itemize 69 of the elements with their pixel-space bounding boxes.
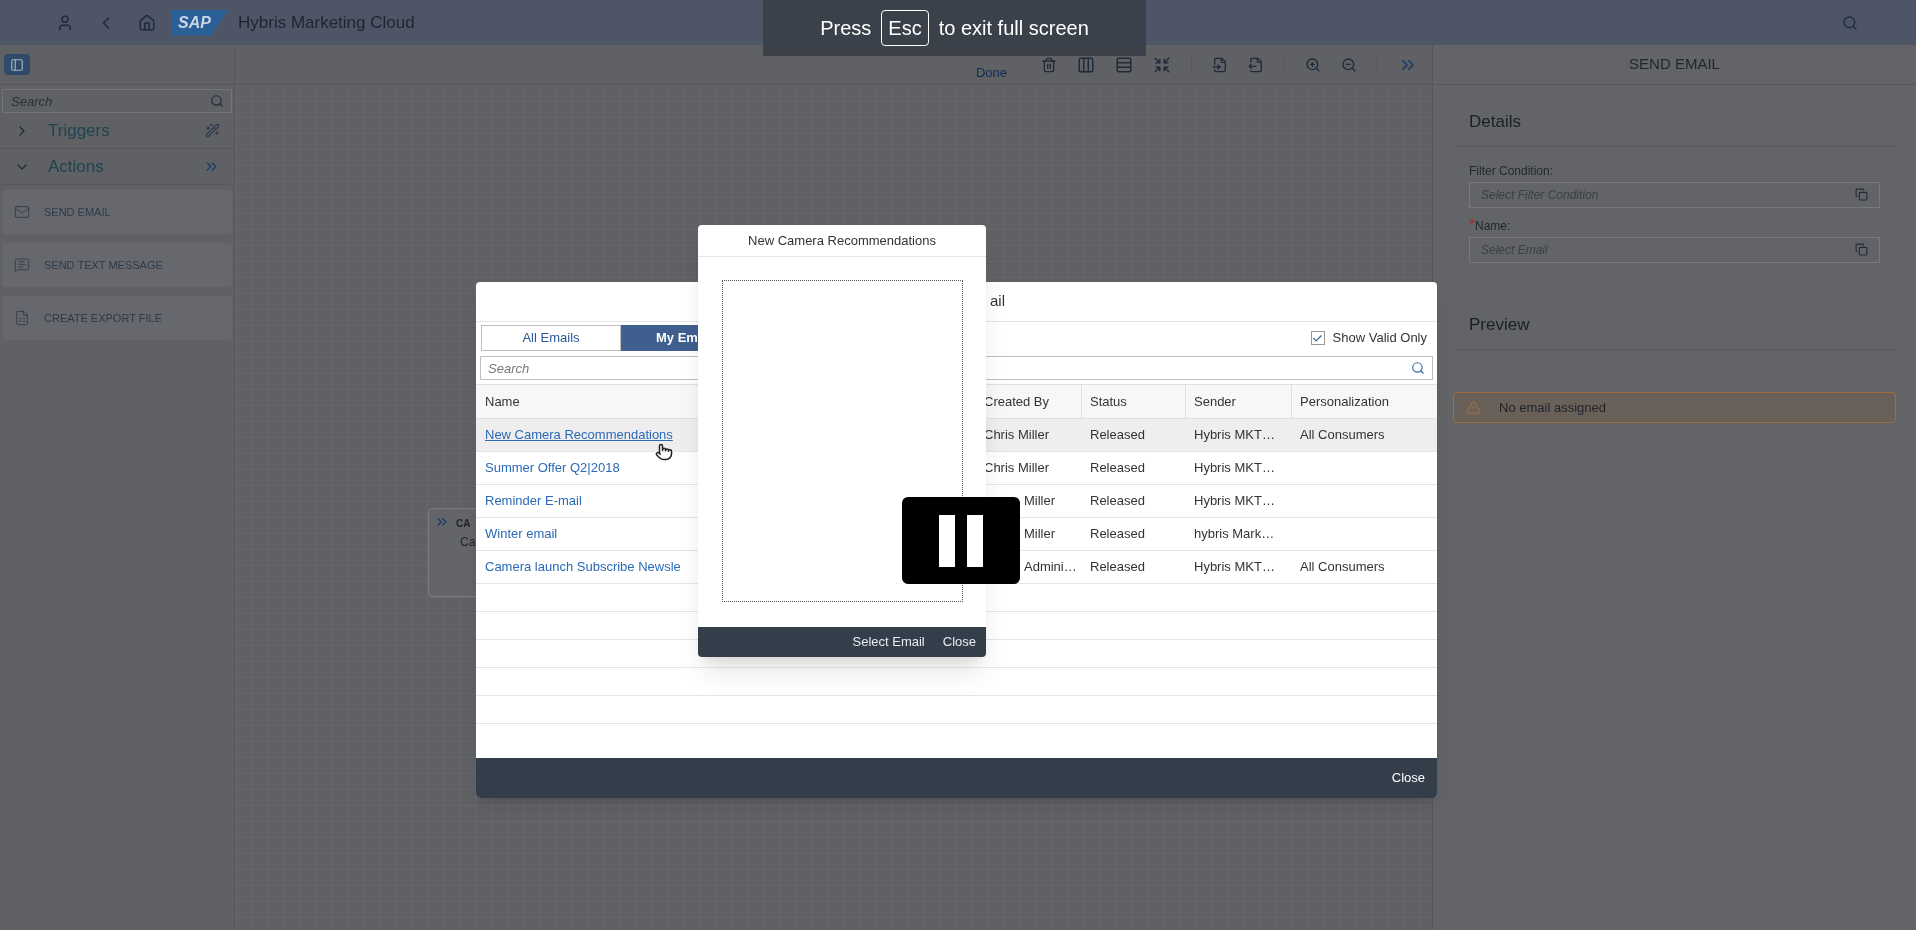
- email-link[interactable]: Summer Offer Q2|2018: [485, 458, 620, 478]
- segment-tab[interactable]: All Emails: [481, 325, 621, 351]
- table-cell-text: hybris Mark…: [1194, 525, 1275, 544]
- table-cell-text: Admini…: [1023, 558, 1077, 577]
- required-icon: [1469, 218, 1475, 224]
- popover-button[interactable]: Select Email: [852, 632, 925, 652]
- rows-icon[interactable]: [1115, 55, 1133, 74]
- table-cell-text: Miller: [1023, 492, 1056, 511]
- table-cell-text: Released: [1090, 459, 1145, 478]
- trash-icon[interactable]: [1041, 56, 1057, 73]
- email-link[interactable]: Winter email: [485, 524, 558, 544]
- node-title: CA: [456, 517, 471, 531]
- email-link[interactable]: Camera launch Subscribe Newsle: [485, 557, 681, 577]
- table-cell-text: Hybris MKT…: [1194, 558, 1275, 577]
- envelope-icon: [14, 204, 30, 220]
- table-cell-text: Hybris MKT…: [1194, 426, 1275, 445]
- magic-wand-icon: [205, 123, 220, 138]
- close-button[interactable]: Close: [1391, 768, 1425, 788]
- panel-title: SEND EMAIL: [1629, 54, 1720, 75]
- popover-button[interactable]: Close: [942, 632, 976, 652]
- search-icon[interactable]: [210, 94, 224, 108]
- column-header[interactable]: Name: [476, 385, 698, 418]
- table-cell-text: All Consumers: [1300, 426, 1385, 445]
- search-icon[interactable]: [1842, 14, 1858, 31]
- key-cap: Esc: [881, 10, 929, 46]
- warning-message: No email assigned: [1453, 392, 1896, 423]
- export-icon[interactable]: [1248, 56, 1264, 73]
- node-subtitle: Ca: [460, 534, 476, 551]
- table-cell-text: Hybris MKT…: [1194, 492, 1275, 511]
- toast-text: to exit full screen: [938, 16, 1089, 41]
- import-icon[interactable]: [1212, 56, 1228, 73]
- field-label: Name:: [1475, 218, 1511, 235]
- columns-icon[interactable]: [1077, 55, 1095, 74]
- sidebar-panel-icon: [10, 57, 24, 72]
- checkbox-label: Show Valid Only: [1332, 329, 1427, 348]
- table-cell-text: All Consumers: [1300, 558, 1385, 577]
- value-help-icon[interactable]: [1855, 243, 1868, 256]
- popover-title: New Camera Recommendations: [748, 231, 936, 250]
- table-cell-text: Released: [1090, 558, 1145, 577]
- logo: SAP: [172, 9, 228, 36]
- home-icon[interactable]: [138, 13, 156, 32]
- user-icon[interactable]: [56, 13, 74, 32]
- value-help-icon[interactable]: [1855, 188, 1868, 201]
- search-icon[interactable]: [1411, 361, 1425, 375]
- table-file-icon: [14, 310, 30, 326]
- toast-text: Press: [820, 16, 872, 41]
- segment-tab[interactable]: My Em: [621, 325, 698, 351]
- collapse-icon[interactable]: [1153, 55, 1171, 74]
- email-link[interactable]: New Camera Recommendations: [485, 425, 673, 445]
- email-link[interactable]: Reminder E-mail: [485, 491, 582, 511]
- chat-bubble-icon: [14, 257, 30, 273]
- table-cell-text: Hybris MKT…: [1194, 459, 1275, 478]
- zoom-out-icon[interactable]: [1341, 56, 1357, 73]
- zoom-in-icon[interactable]: [1305, 56, 1321, 73]
- table-cell-text: Released: [1090, 492, 1145, 511]
- column-header[interactable]: Sender: [1186, 385, 1292, 418]
- section-heading: Preview: [1469, 313, 1530, 336]
- table-cell-text: Released: [1090, 426, 1145, 445]
- pause-button[interactable]: [902, 497, 1020, 584]
- table-cell-text: Released: [1090, 525, 1145, 544]
- warning-icon: [1466, 400, 1481, 415]
- table-cell-text: Miller: [1023, 525, 1056, 544]
- column-header[interactable]: Personalization: [1292, 385, 1437, 418]
- checkbox[interactable]: [1310, 331, 1325, 345]
- dialog-title: ail: [990, 291, 1005, 312]
- field-label: Filter Condition:: [1469, 163, 1554, 180]
- column-header[interactable]: Status: [1082, 385, 1186, 418]
- panel-toggle-button[interactable]: [4, 54, 30, 75]
- section-heading: Details: [1469, 110, 1521, 133]
